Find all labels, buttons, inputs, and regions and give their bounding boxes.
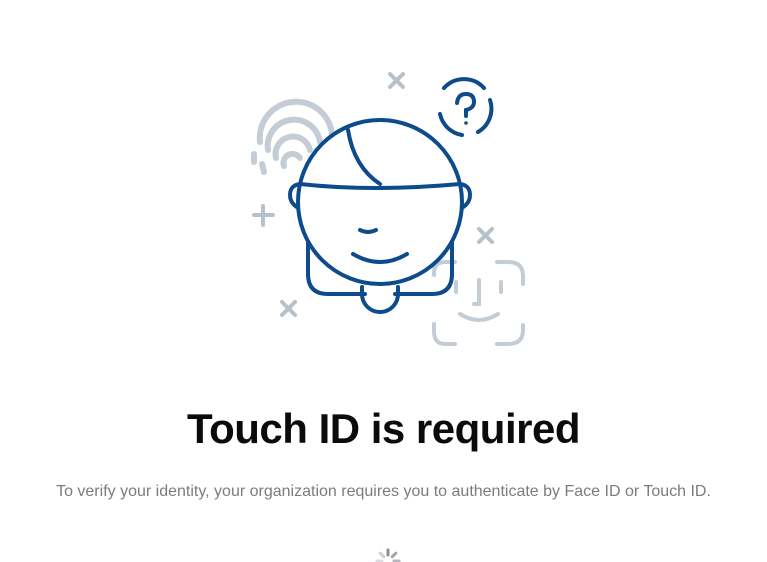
auth-required-screen: Touch ID is required To verify your iden… (0, 0, 767, 562)
loading-spinner-icon (375, 548, 401, 562)
plus-icon (252, 204, 275, 227)
question-mark-icon (438, 77, 494, 137)
face-id-icon (432, 260, 525, 346)
auth-description: To verify your identity, your organizati… (56, 483, 711, 500)
authentication-illustration (251, 72, 525, 346)
page-title: Touch ID is required (187, 405, 580, 452)
person-avatar (288, 118, 472, 314)
